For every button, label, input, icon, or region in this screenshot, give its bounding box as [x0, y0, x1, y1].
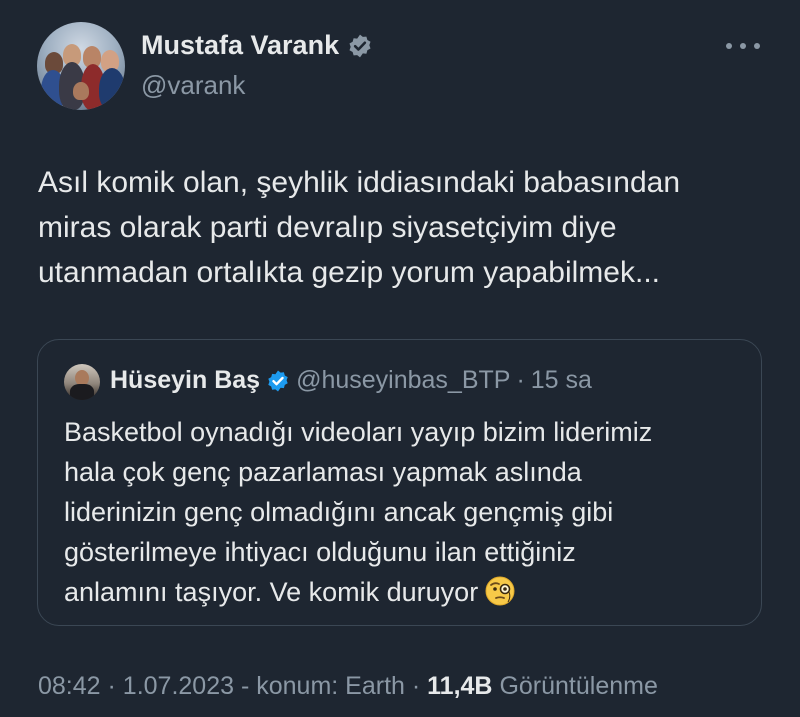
quoted-author-avatar[interactable]	[64, 364, 100, 400]
tweet-text-line: miras olarak parti devralıp siyasetçiyim…	[38, 211, 617, 244]
quoted-handle[interactable]: @huseyinbas_BTP	[296, 366, 510, 395]
tweet-time[interactable]: 08:42	[38, 672, 101, 700]
author-display-name[interactable]: Mustafa Varank	[141, 30, 339, 61]
separator-dot: ·	[107, 672, 116, 700]
quoted-timestamp[interactable]: 15 sa	[531, 366, 592, 395]
author-name-row: Mustafa Varank	[141, 30, 373, 61]
quoted-text: Basketbol oynadığı videoları yayıp bizim…	[64, 412, 744, 612]
tweet-meta: 08:42 · 1.07.2023 - konum: Earth · 11,4B…	[38, 672, 658, 701]
tweet-card: Mustafa Varank @varank Asıl komik olan, …	[0, 0, 800, 717]
quoted-display-name[interactable]: Hüseyin Baş	[110, 366, 260, 395]
quoted-header: Hüseyin Baş @huseyinbas_BTP · 15 sa	[110, 366, 592, 395]
views-label: Görüntülenme	[499, 672, 658, 700]
verified-badge-icon	[268, 370, 288, 391]
quoted-text-line: gösterilmeye ihtiyacı olduğunu ilan etti…	[64, 537, 576, 567]
tweet-text-line: utanmadan ortalıkta gezip yorum yapabilm…	[38, 256, 660, 289]
quoted-text-line-end: anlamını taşıyor. Ve komik duruyor	[64, 577, 479, 607]
verified-badge-icon	[349, 34, 371, 57]
face-with-monocle-emoji-icon	[485, 576, 515, 606]
tweet-text: Asıl komik olan, şeyhlik iddiasındaki ba…	[38, 160, 778, 295]
views-count: 11,4B	[427, 672, 493, 700]
quoted-text-line: liderinizin genç olmadığını ancak gençmi…	[64, 497, 614, 527]
tweet-location: - konum: Earth	[240, 672, 405, 700]
quoted-text-line: Basketbol oynadığı videoları yayıp bizim…	[64, 417, 653, 447]
tweet-text-line: Asıl komik olan, şeyhlik iddiasındaki ba…	[38, 166, 681, 199]
quoted-text-line: hala çok genç pazarlaması yapmak aslında	[64, 457, 582, 487]
author-avatar[interactable]	[37, 22, 125, 110]
quoted-tweet[interactable]: Hüseyin Baş @huseyinbas_BTP · 15 sa Bask…	[37, 339, 762, 626]
separator-dot: ·	[411, 672, 421, 700]
quoted-text-line: anlamını taşıyor. Ve komik duruyor	[64, 572, 744, 612]
author-handle[interactable]: @varank	[141, 70, 245, 101]
separator-dot: ·	[516, 366, 525, 394]
more-options-icon[interactable]	[726, 36, 760, 56]
tweet-date[interactable]: 1.07.2023	[123, 672, 234, 700]
